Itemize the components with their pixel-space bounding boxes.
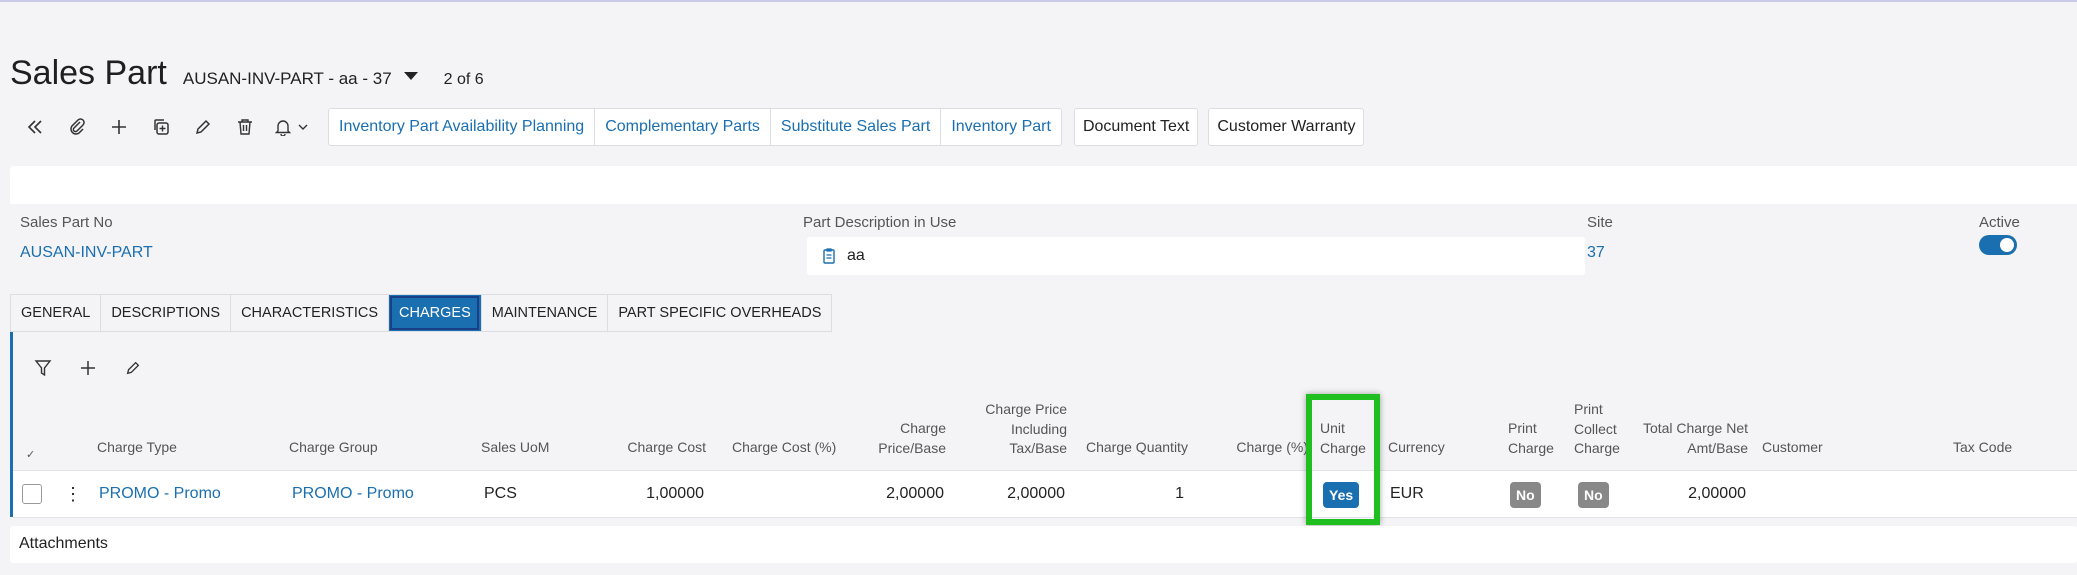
link-inventory-part[interactable]: Inventory Part bbox=[941, 109, 1061, 145]
related-pages-group: Inventory Part Availability Planning Com… bbox=[328, 108, 1062, 146]
col-tax-code[interactable]: Tax Code bbox=[1953, 438, 2012, 458]
col-print-collect-charge[interactable]: Print Collect Charge bbox=[1574, 400, 1620, 459]
attachment-icon[interactable] bbox=[56, 109, 98, 145]
document-text-button[interactable]: Document Text bbox=[1073, 108, 1199, 146]
col-charge-group[interactable]: Charge Group bbox=[289, 438, 378, 458]
collapse-icon[interactable] bbox=[14, 109, 56, 145]
command-bar: Inventory Part Availability Planning Com… bbox=[14, 108, 1365, 146]
link-inventory-part-availability-planning[interactable]: Inventory Part Availability Planning bbox=[329, 109, 596, 145]
cell-currency: EUR bbox=[1390, 485, 1424, 502]
table-row[interactable]: ⋮ PROMO - Promo PROMO - Promo PCS 1,0000… bbox=[13, 470, 2077, 518]
document-icon bbox=[823, 248, 835, 264]
active-toggle[interactable] bbox=[1979, 235, 2017, 255]
cell-charge-quantity: 1 bbox=[1175, 485, 1184, 502]
record-count: 2 of 6 bbox=[443, 71, 484, 88]
site-link[interactable]: 37 bbox=[1587, 244, 1613, 262]
page-header: Sales Part AUSAN-INV-PART - aa - 37 2 of… bbox=[10, 54, 484, 93]
filter-icon[interactable] bbox=[20, 354, 65, 382]
col-charge-price[interactable]: Charge Price/Base bbox=[846, 419, 946, 458]
edit-row-icon[interactable] bbox=[110, 354, 155, 382]
attachments-section[interactable]: Attachments bbox=[10, 526, 2077, 563]
tab-maintenance[interactable]: MAINTENANCE bbox=[480, 294, 608, 332]
cell-sales-uom: PCS bbox=[484, 485, 517, 502]
row-checkbox[interactable] bbox=[22, 484, 42, 504]
tab-charges[interactable]: CHARGES bbox=[388, 294, 481, 332]
record-name: AUSAN-INV-PART - aa - 37 bbox=[182, 69, 392, 88]
cell-charge-group[interactable]: PROMO - Promo bbox=[292, 485, 414, 503]
tab-general[interactable]: GENERAL bbox=[10, 294, 101, 332]
edit-icon[interactable] bbox=[182, 109, 224, 145]
col-charge-type[interactable]: Charge Type bbox=[97, 438, 177, 458]
customer-warranty-button[interactable]: Customer Warranty bbox=[1208, 108, 1365, 146]
cell-total-charge: 2,00000 bbox=[1688, 485, 1746, 502]
chevron-down-icon[interactable] bbox=[403, 72, 418, 80]
cell-charge-price-incl: 2,00000 bbox=[1007, 485, 1065, 502]
sales-part-no-label: Sales Part No bbox=[20, 214, 113, 231]
description-label: Part Description in Use bbox=[803, 214, 957, 231]
description-value-box: aa bbox=[807, 237, 1585, 275]
sales-part-no-link[interactable]: AUSAN-INV-PART bbox=[20, 244, 153, 262]
chevron-down-icon bbox=[298, 124, 308, 130]
col-charge-cost[interactable]: Charge Cost bbox=[606, 438, 706, 458]
col-total-charge-net[interactable]: Total Charge Net Amt/Base bbox=[1638, 419, 1748, 458]
add-icon[interactable] bbox=[98, 109, 140, 145]
site-label: Site bbox=[1587, 214, 1613, 231]
tab-descriptions[interactable]: DESCRIPTIONS bbox=[100, 294, 231, 332]
description-value: aa bbox=[847, 247, 865, 264]
col-charge-cost-pct[interactable]: Charge Cost (%) bbox=[732, 438, 836, 458]
cell-charge-type[interactable]: PROMO - Promo bbox=[99, 485, 221, 503]
active-field: Active bbox=[1979, 214, 2020, 231]
col-sales-uom[interactable]: Sales UoM bbox=[481, 438, 549, 458]
add-row-icon[interactable] bbox=[65, 354, 110, 382]
active-label: Active bbox=[1979, 214, 2020, 231]
page-title: Sales Part bbox=[10, 54, 167, 92]
record-selector[interactable]: AUSAN-INV-PART - aa - 37 bbox=[183, 69, 418, 89]
select-all-check-icon[interactable]: ✓ bbox=[26, 446, 35, 466]
link-complementary-parts[interactable]: Complementary Parts bbox=[595, 109, 771, 145]
link-substitute-sales-part[interactable]: Substitute Sales Part bbox=[771, 109, 942, 145]
header-panel: Sales Part No AUSAN-INV-PART Part Descri… bbox=[10, 166, 2077, 284]
col-customer[interactable]: Customer bbox=[1762, 438, 1823, 458]
cell-charge-price: 2,00000 bbox=[886, 485, 944, 502]
col-charge-pct[interactable]: Charge (%) bbox=[1208, 438, 1308, 458]
delete-icon[interactable] bbox=[224, 109, 266, 145]
tab-part-specific-overheads[interactable]: PART SPECIFIC OVERHEADS bbox=[607, 294, 833, 332]
description-field: Part Description in Use bbox=[803, 214, 956, 231]
col-print-charge[interactable]: Print Charge bbox=[1508, 419, 1554, 458]
col-currency[interactable]: Currency bbox=[1388, 438, 1445, 458]
col-charge-quantity[interactable]: Charge Quantity bbox=[1086, 438, 1188, 458]
row-menu-icon[interactable]: ⋮ bbox=[64, 484, 82, 504]
unit-charge-highlight-box bbox=[1306, 394, 1380, 525]
grid-toolbar bbox=[20, 354, 155, 382]
sales-part-no-field: Sales Part No AUSAN-INV-PART bbox=[20, 214, 153, 262]
col-charge-price-incl-tax[interactable]: Charge Price Including Tax/Base bbox=[967, 400, 1067, 459]
tab-bar: GENERAL DESCRIPTIONS CHARACTERISTICS CHA… bbox=[10, 294, 833, 332]
tab-characteristics[interactable]: CHARACTERISTICS bbox=[230, 294, 389, 332]
cell-charge-cost: 1,00000 bbox=[646, 485, 704, 502]
print-collect-charge-no-badge: No bbox=[1578, 482, 1609, 508]
print-charge-no-badge: No bbox=[1510, 482, 1541, 508]
site-field: Site 37 bbox=[1587, 214, 1613, 262]
duplicate-icon[interactable] bbox=[140, 109, 182, 145]
top-border bbox=[0, 0, 2077, 2]
bell-icon[interactable] bbox=[266, 109, 318, 145]
